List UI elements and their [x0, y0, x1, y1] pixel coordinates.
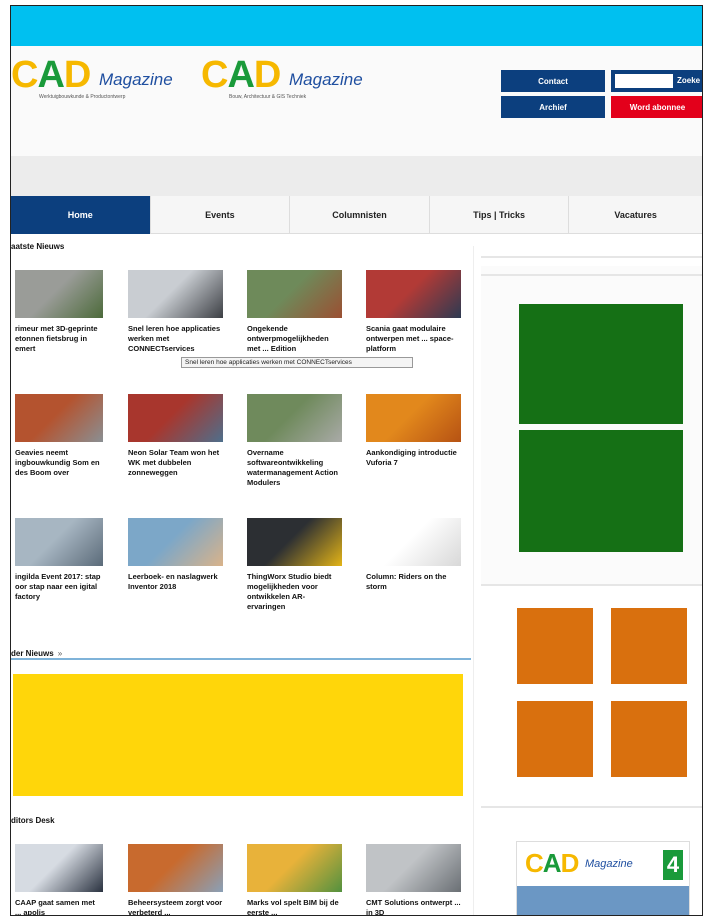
section-divider	[11, 658, 471, 660]
news-item[interactable]: Scania gaat modulaire ontwerpen met ... …	[366, 270, 461, 354]
news-headline[interactable]: Marks vol spelt BIM bij de eerste ...	[247, 898, 342, 915]
header-spacer-band	[11, 156, 702, 196]
news-thumbnail[interactable]	[15, 844, 103, 892]
nav-columnisten[interactable]: Columnisten	[290, 196, 430, 234]
news-headline[interactable]: Aankondiging introductie Vuforia 7	[366, 448, 461, 468]
news-thumbnail[interactable]	[15, 518, 103, 566]
main-nav: Home Events Columnisten Tips | Tricks Va…	[11, 196, 702, 234]
nav-events[interactable]: Events	[151, 196, 291, 234]
cover-cad-text: CAD	[525, 848, 579, 878]
news-headline[interactable]: ThingWorx Studio biedt mogelijkheden voo…	[247, 572, 342, 612]
logo-tagline: Werktuigbouwkunde & Productontwerp	[39, 94, 126, 100]
news-thumbnail[interactable]	[15, 270, 103, 318]
tooltip: Snel leren hoe applicaties werken met CO…	[181, 357, 413, 368]
logo-tagline: Bouw, Architectuur & GIS Techniek	[229, 94, 307, 100]
news-item[interactable]: Beheersysteem zorgt voor verbeterd ...	[128, 844, 223, 915]
news-thumbnail[interactable]	[366, 518, 461, 566]
news-headline[interactable]: Overname softwareontwikkeling watermanag…	[247, 448, 342, 488]
sidebar-ad-orange-4[interactable]	[611, 701, 687, 777]
column-divider	[473, 246, 474, 915]
news-headline[interactable]: Column: Riders on the storm	[366, 572, 461, 592]
news-thumbnail[interactable]	[15, 394, 103, 442]
news-thumbnail[interactable]	[128, 518, 223, 566]
section-title-more-news[interactable]: der Nieuws»	[11, 649, 62, 658]
sidebar-divider	[481, 584, 702, 586]
news-thumbnail[interactable]	[128, 394, 223, 442]
logo-magazine-text: Magazine	[99, 70, 173, 89]
search-box: Zoeke	[611, 70, 702, 92]
news-item[interactable]: Neon Solar Team won het WK met dubbelen …	[128, 394, 223, 478]
news-thumbnail[interactable]	[247, 394, 342, 442]
news-item[interactable]: ingilda Event 2017: stap oor stap naar e…	[15, 518, 103, 602]
browser-viewport: CAD Magazine Werktuigbouwkunde & Product…	[10, 5, 703, 916]
news-headline[interactable]: ingilda Event 2017: stap oor stap naar e…	[15, 572, 103, 602]
more-news-arrow-icon: »	[57, 649, 63, 658]
nav-home[interactable]: Home	[11, 196, 151, 234]
sidebar-divider	[481, 256, 702, 258]
cad-magazine-logo-bouw[interactable]: CAD Magazine Bouw, Architectuur & GIS Te…	[201, 54, 391, 104]
news-thumbnail[interactable]	[247, 518, 342, 566]
search-input[interactable]	[615, 74, 673, 88]
logo-magazine-text: Magazine	[289, 70, 363, 89]
news-headline[interactable]: Beheersysteem zorgt voor verbeterd ...	[128, 898, 223, 915]
section-title-latest: aatste Nieuws	[11, 242, 65, 251]
nav-vacatures[interactable]: Vacatures	[569, 196, 702, 234]
news-item[interactable]: Geavies neemt ingbouwkundig Som en des B…	[15, 394, 103, 478]
sidebar-ad-orange-1[interactable]	[517, 608, 593, 684]
word-abonnee-button[interactable]: Word abonnee	[611, 96, 702, 118]
contact-button[interactable]: Contact	[501, 70, 605, 92]
news-item[interactable]: ThingWorx Studio biedt mogelijkheden voo…	[247, 518, 342, 612]
sidebar-ad-orange-3[interactable]	[517, 701, 593, 777]
news-item[interactable]: Marks vol spelt BIM bij de eerste ...	[247, 844, 342, 915]
logo-cad-text: CAD	[201, 54, 281, 96]
news-thumbnail[interactable]	[247, 270, 342, 318]
news-headline[interactable]: Geavies neemt ingbouwkundig Som en des B…	[15, 448, 103, 478]
sidebar-ad-orange-2[interactable]	[611, 608, 687, 684]
news-headline[interactable]: Snel leren hoe applicaties werken met CO…	[128, 324, 223, 354]
advertisement-banner[interactable]	[13, 674, 463, 796]
cover-image	[517, 886, 689, 915]
cad-magazine-logo-werktuigbouw[interactable]: CAD Magazine Werktuigbouwkunde & Product…	[11, 54, 201, 104]
news-item[interactable]: Overname softwareontwikkeling watermanag…	[247, 394, 342, 488]
sidebar-ad-green-bottom[interactable]	[519, 430, 683, 552]
news-thumbnail[interactable]	[128, 270, 223, 318]
news-headline[interactable]: rimeur met 3D-geprinte etonnen fietsbrug…	[15, 324, 103, 354]
top-color-bar	[11, 6, 702, 46]
logo-cad-text: CAD	[11, 54, 91, 96]
news-item[interactable]: Column: Riders on the storm	[366, 518, 461, 592]
news-thumbnail[interactable]	[128, 844, 223, 892]
news-item[interactable]: CAAP gaat samen met ... apolis	[15, 844, 103, 915]
news-thumbnail[interactable]	[366, 394, 461, 442]
archief-button[interactable]: Archief	[501, 96, 605, 118]
cover-issue-number: 4	[663, 850, 683, 880]
news-headline[interactable]: CMT Solutions ontwerpt ... in 3D	[366, 898, 461, 915]
news-item[interactable]: CMT Solutions ontwerpt ... in 3D	[366, 844, 461, 915]
cad-magazine-issue-cover[interactable]: CAD Magazine 4	[516, 841, 690, 915]
cover-magazine-text: Magazine	[585, 858, 633, 870]
section-title-editors-desk: ditors Desk	[11, 816, 55, 825]
news-headline[interactable]: Leerboek- en naslagwerk Inventor 2018	[128, 572, 223, 592]
news-thumbnail[interactable]	[366, 844, 461, 892]
more-news-label: der Nieuws	[11, 649, 54, 658]
news-item[interactable]: Aankondiging introductie Vuforia 7	[366, 394, 461, 468]
news-item[interactable]: Ongekende ontwerpmogelijkheden met ... E…	[247, 270, 342, 354]
search-button[interactable]: Zoeke	[677, 76, 700, 85]
news-item[interactable]: Snel leren hoe applicaties werken met CO…	[128, 270, 223, 354]
news-headline[interactable]: CAAP gaat samen met ... apolis	[15, 898, 103, 915]
news-item[interactable]: Leerboek- en naslagwerk Inventor 2018	[128, 518, 223, 592]
sidebar-divider	[481, 274, 702, 276]
news-headline[interactable]: Neon Solar Team won het WK met dubbelen …	[128, 448, 223, 478]
news-thumbnail[interactable]	[247, 844, 342, 892]
news-thumbnail[interactable]	[366, 270, 461, 318]
news-headline[interactable]: Scania gaat modulaire ontwerpen met ... …	[366, 324, 461, 354]
nav-tips-tricks[interactable]: Tips | Tricks	[430, 196, 570, 234]
sidebar-divider	[481, 806, 702, 808]
news-headline[interactable]: Ongekende ontwerpmogelijkheden met ... E…	[247, 324, 342, 354]
news-item[interactable]: rimeur met 3D-geprinte etonnen fietsbrug…	[15, 270, 103, 354]
sidebar-ad-green-top[interactable]	[519, 304, 683, 424]
